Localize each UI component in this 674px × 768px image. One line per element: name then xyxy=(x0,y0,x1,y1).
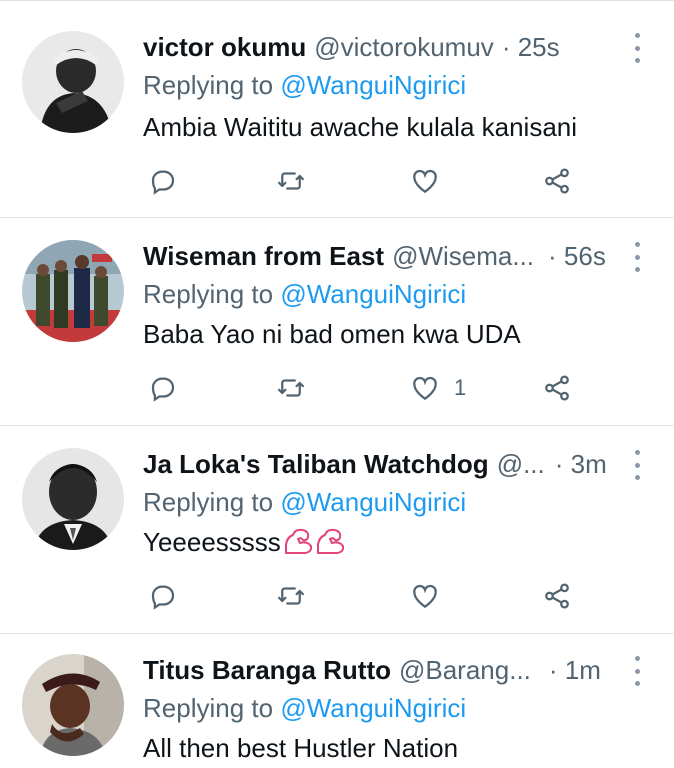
share-icon xyxy=(545,583,569,609)
retweet-button[interactable] xyxy=(276,161,306,201)
tweet-item[interactable]: victor okumu @victorokumuv · 25s Replyin… xyxy=(0,0,674,218)
timestamp[interactable]: · 1m xyxy=(549,650,601,690)
avatar[interactable] xyxy=(22,448,124,550)
retweet-button[interactable] xyxy=(276,368,306,408)
tweet-text: Ambia Waititu awache kulala kanisani xyxy=(143,112,578,142)
like-icon xyxy=(413,169,437,193)
more-icon[interactable] xyxy=(626,33,648,63)
tweet-item[interactable]: Ja Loka's Taliban Watchdog @... · 3m Rep… xyxy=(0,426,674,634)
reply-button[interactable] xyxy=(148,161,178,201)
more-icon[interactable] xyxy=(626,450,648,480)
retweet-button[interactable] xyxy=(276,576,306,616)
tweet-header: Titus Baranga Rutto @Barang... · 1m xyxy=(143,650,601,690)
replying-to-label: Replying to xyxy=(143,70,281,100)
replying-to: Replying to @WanguiNgirici xyxy=(143,482,466,522)
replying-to: Replying to @WanguiNgirici xyxy=(143,274,466,314)
retweet-icon xyxy=(278,172,304,190)
tweet-item[interactable]: Titus Baranga Rutto @Barang... · 1m Repl… xyxy=(0,634,674,763)
avatar[interactable] xyxy=(22,654,124,756)
mention-link[interactable]: @WanguiNgirici xyxy=(280,693,466,723)
replying-to: Replying to @WanguiNgirici xyxy=(143,688,466,728)
user-handle[interactable]: @... xyxy=(497,444,545,484)
share-icon xyxy=(545,168,569,194)
share-icon xyxy=(545,375,569,401)
user-handle[interactable]: @Wisema... xyxy=(392,236,534,276)
tweet-header: victor okumu @victorokumuv · 25s xyxy=(143,27,560,67)
replying-to-label: Replying to xyxy=(143,693,281,723)
tweet-header: Wiseman from East @Wisema... · 56s xyxy=(143,236,606,276)
like-button[interactable]: 1 xyxy=(410,368,466,408)
tweet-text: Yeeeesssss xyxy=(143,527,281,557)
like-icon xyxy=(413,376,437,400)
tweet-text: Baba Yao ni bad omen kwa UDA xyxy=(143,319,521,349)
reply-button[interactable] xyxy=(148,576,178,616)
like-button[interactable] xyxy=(410,161,454,201)
display-name[interactable]: Wiseman from East xyxy=(143,236,384,276)
mention-link[interactable]: @WanguiNgirici xyxy=(280,487,466,517)
reply-icon xyxy=(151,377,175,402)
avatar[interactable] xyxy=(22,240,124,342)
display-name[interactable]: Titus Baranga Rutto xyxy=(143,650,391,690)
timestamp[interactable]: · 56s xyxy=(548,236,606,276)
reply-button[interactable] xyxy=(148,368,178,408)
avatar[interactable] xyxy=(22,31,124,133)
like-button[interactable] xyxy=(410,576,454,616)
tweet-text: All then best Hustler Nation xyxy=(143,733,459,763)
replying-to: Replying to @WanguiNgirici xyxy=(143,65,466,105)
tweet-actions xyxy=(0,161,674,201)
share-button[interactable] xyxy=(542,368,572,408)
flexed-biceps-emoji xyxy=(283,526,347,566)
tweet-item[interactable]: Wiseman from East @Wisema... · 56s Reply… xyxy=(0,218,674,426)
replying-to-label: Replying to xyxy=(143,487,281,517)
user-handle[interactable]: @Barang... xyxy=(399,650,531,690)
like-icon xyxy=(413,584,437,608)
tweet-actions: 1 xyxy=(0,368,674,408)
mention-link[interactable]: @WanguiNgirici xyxy=(280,279,466,309)
timestamp[interactable]: · 25s xyxy=(502,27,560,67)
share-button[interactable] xyxy=(542,161,572,201)
timestamp[interactable]: · 3m xyxy=(555,444,607,484)
more-icon[interactable] xyxy=(626,242,648,272)
user-handle[interactable]: @victorokumuv xyxy=(314,27,494,67)
display-name[interactable]: victor okumu xyxy=(143,27,306,67)
reply-icon xyxy=(151,170,175,195)
mention-link[interactable]: @WanguiNgirici xyxy=(280,70,466,100)
display-name[interactable]: Ja Loka's Taliban Watchdog xyxy=(143,444,489,484)
replying-to-label: Replying to xyxy=(143,279,281,309)
retweet-icon xyxy=(278,587,304,605)
tweet-text-container: Yeeeesssss xyxy=(143,522,347,566)
retweet-icon xyxy=(278,379,304,397)
more-icon[interactable] xyxy=(626,656,648,686)
reply-icon xyxy=(151,585,175,610)
tweet-header: Ja Loka's Taliban Watchdog @... · 3m xyxy=(143,444,607,484)
tweet-actions xyxy=(0,576,674,616)
share-button[interactable] xyxy=(542,576,572,616)
like-count: 1 xyxy=(454,375,467,400)
